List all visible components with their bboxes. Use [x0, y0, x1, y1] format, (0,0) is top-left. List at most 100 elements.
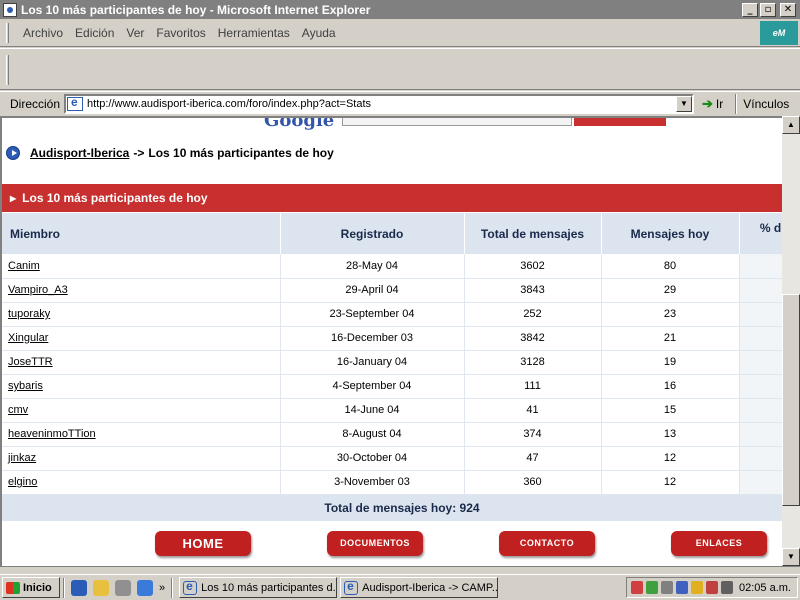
menu-edicion[interactable]: Edición: [69, 26, 120, 40]
percent-cell: [739, 470, 782, 495]
go-label: Ir: [715, 96, 724, 111]
member-cell: JoseTTR: [2, 350, 281, 375]
google-search-button[interactable]: [574, 118, 666, 126]
total-messages-today: Total de mensajes hoy: 924: [2, 494, 782, 521]
top-posters-table: Miembro Registrado Total de mensajes Men…: [2, 213, 782, 521]
section-header: ▶ Los 10 más participantes de hoy: [2, 184, 782, 212]
tray-volume-icon[interactable]: [661, 581, 673, 594]
member-cell: jinkaz: [2, 446, 281, 471]
percent-cell: [739, 422, 782, 447]
google-search-input[interactable]: [342, 118, 572, 126]
member-link[interactable]: tuporaky: [8, 308, 50, 320]
registered-cell: 16-January 04: [280, 350, 465, 375]
today-cell: 19: [601, 350, 740, 375]
quicklaunch-more[interactable]: »: [159, 582, 165, 594]
menu-herramientas[interactable]: Herramientas: [212, 26, 296, 40]
member-link[interactable]: elgino: [8, 476, 37, 488]
messenger-quicklaunch-icon[interactable]: [115, 579, 131, 596]
task-forum-window[interactable]: Audisport-Iberica -> CAMP...: [340, 577, 499, 598]
menu-ayuda[interactable]: Ayuda: [296, 26, 342, 40]
member-link[interactable]: Canim: [8, 260, 40, 272]
windows-logo-icon: [6, 581, 20, 594]
breadcrumb-home-link[interactable]: Audisport-Iberica: [30, 146, 129, 160]
menu-ver[interactable]: Ver: [120, 26, 150, 40]
address-url[interactable]: http://www.audisport-iberica.com/foro/in…: [87, 98, 676, 110]
section-title: Los 10 más participantes de hoy: [22, 191, 208, 205]
scroll-up-button[interactable]: ▲: [782, 116, 800, 134]
links-nav-button[interactable]: ENLACES: [671, 531, 767, 556]
go-button[interactable]: ➔ Ir: [702, 96, 723, 112]
member-link[interactable]: jinkaz: [8, 452, 36, 464]
address-dropdown-button[interactable]: ▼: [676, 95, 693, 112]
menu-favoritos[interactable]: Favoritos: [150, 26, 211, 40]
member-link[interactable]: heaveninmoTTion: [8, 428, 96, 440]
clock: 02:05 a.m.: [739, 581, 791, 594]
today-cell: 12: [601, 470, 740, 495]
member-link[interactable]: JoseTTR: [8, 356, 53, 368]
tray-power-icon[interactable]: [691, 581, 703, 594]
member-link[interactable]: Vampiro_A3: [8, 284, 68, 296]
table-row: jinkaz 30-October 04 47 12: [2, 446, 782, 471]
member-cell: cmv: [2, 398, 281, 423]
percent-cell: [739, 374, 782, 399]
address-bar: Dirección http://www.audisport-iberica.c…: [0, 91, 800, 115]
total-cell: 252: [464, 302, 602, 327]
links-button[interactable]: Vínculos: [743, 97, 789, 111]
home-button[interactable]: HOME: [155, 531, 251, 556]
taskbar-separator: [63, 577, 65, 598]
breadcrumb-separator: ->: [133, 146, 145, 160]
documents-button[interactable]: DOCUMENTOS: [327, 531, 423, 556]
table-row: cmv 14-June 04 41 15: [2, 398, 782, 423]
address-input[interactable]: http://www.audisport-iberica.com/foro/in…: [64, 93, 695, 114]
tray-app-icon[interactable]: [631, 581, 643, 594]
start-button[interactable]: Inicio: [2, 577, 60, 598]
outlook-quicklaunch-icon[interactable]: [93, 579, 109, 596]
today-cell: 16: [601, 374, 740, 399]
member-link[interactable]: cmv: [8, 404, 28, 416]
today-cell: 13: [601, 422, 740, 447]
maximize-button[interactable]: ▫: [760, 2, 776, 17]
tray-monitor-icon[interactable]: [676, 581, 688, 594]
total-cell: 111: [464, 374, 602, 399]
tray-messenger-icon[interactable]: [721, 581, 733, 594]
registered-cell: 3-November 03: [280, 470, 465, 495]
registered-cell: 29-April 04: [280, 278, 465, 303]
contact-button[interactable]: CONTACTO: [499, 531, 595, 556]
menu-bar: Archivo Edición Ver Favoritos Herramient…: [0, 19, 800, 47]
member-link[interactable]: sybaris: [8, 380, 43, 392]
vertical-scrollbar[interactable]: ▲ ▼: [782, 116, 800, 566]
toolbar-grip[interactable]: [6, 55, 9, 85]
scroll-down-button[interactable]: ▼: [782, 548, 800, 566]
scroll-thumb[interactable]: [782, 294, 800, 506]
menu-grip[interactable]: [6, 22, 9, 43]
task-stats-window[interactable]: Los 10 más participantes d...: [179, 577, 338, 598]
brand-logo: eM: [760, 21, 798, 45]
member-link[interactable]: Xingular: [8, 332, 48, 344]
table-row: Canim 28-May 04 3602 80: [2, 254, 782, 279]
member-cell: Canim: [2, 254, 281, 279]
toolbar: [0, 48, 800, 90]
ie-quicklaunch-icon[interactable]: [71, 579, 87, 596]
percent-cell: [739, 302, 782, 327]
table-row: tuporaky 23-September 04 252 23: [2, 302, 782, 327]
tray-network-icon[interactable]: [646, 581, 658, 594]
registered-cell: 4-September 04: [280, 374, 465, 399]
today-cell: 15: [601, 398, 740, 423]
total-cell: 3842: [464, 326, 602, 351]
ie-app-icon[interactable]: [3, 2, 17, 17]
close-button[interactable]: ✕: [780, 2, 796, 17]
page-viewport: Google Audisport-Iberica -> Los 10 más p…: [0, 116, 782, 566]
menu-archivo[interactable]: Archivo: [17, 26, 69, 40]
tray-security-icon[interactable]: [706, 581, 718, 594]
header-percent: % d: [739, 213, 782, 254]
taskbar: Inicio » Los 10 más participantes d... A…: [0, 574, 800, 600]
ie-task-icon: [183, 579, 198, 595]
registered-cell: 28-May 04: [280, 254, 465, 279]
page-icon: [67, 95, 84, 111]
total-cell: 41: [464, 398, 602, 423]
breadcrumb-current: Los 10 más participantes de hoy: [148, 146, 334, 160]
today-cell: 80: [601, 254, 740, 279]
table-row: Xingular 16-December 03 3842 21: [2, 326, 782, 351]
desktop-quicklaunch-icon[interactable]: [137, 579, 153, 596]
minimize-button[interactable]: _: [742, 2, 758, 17]
